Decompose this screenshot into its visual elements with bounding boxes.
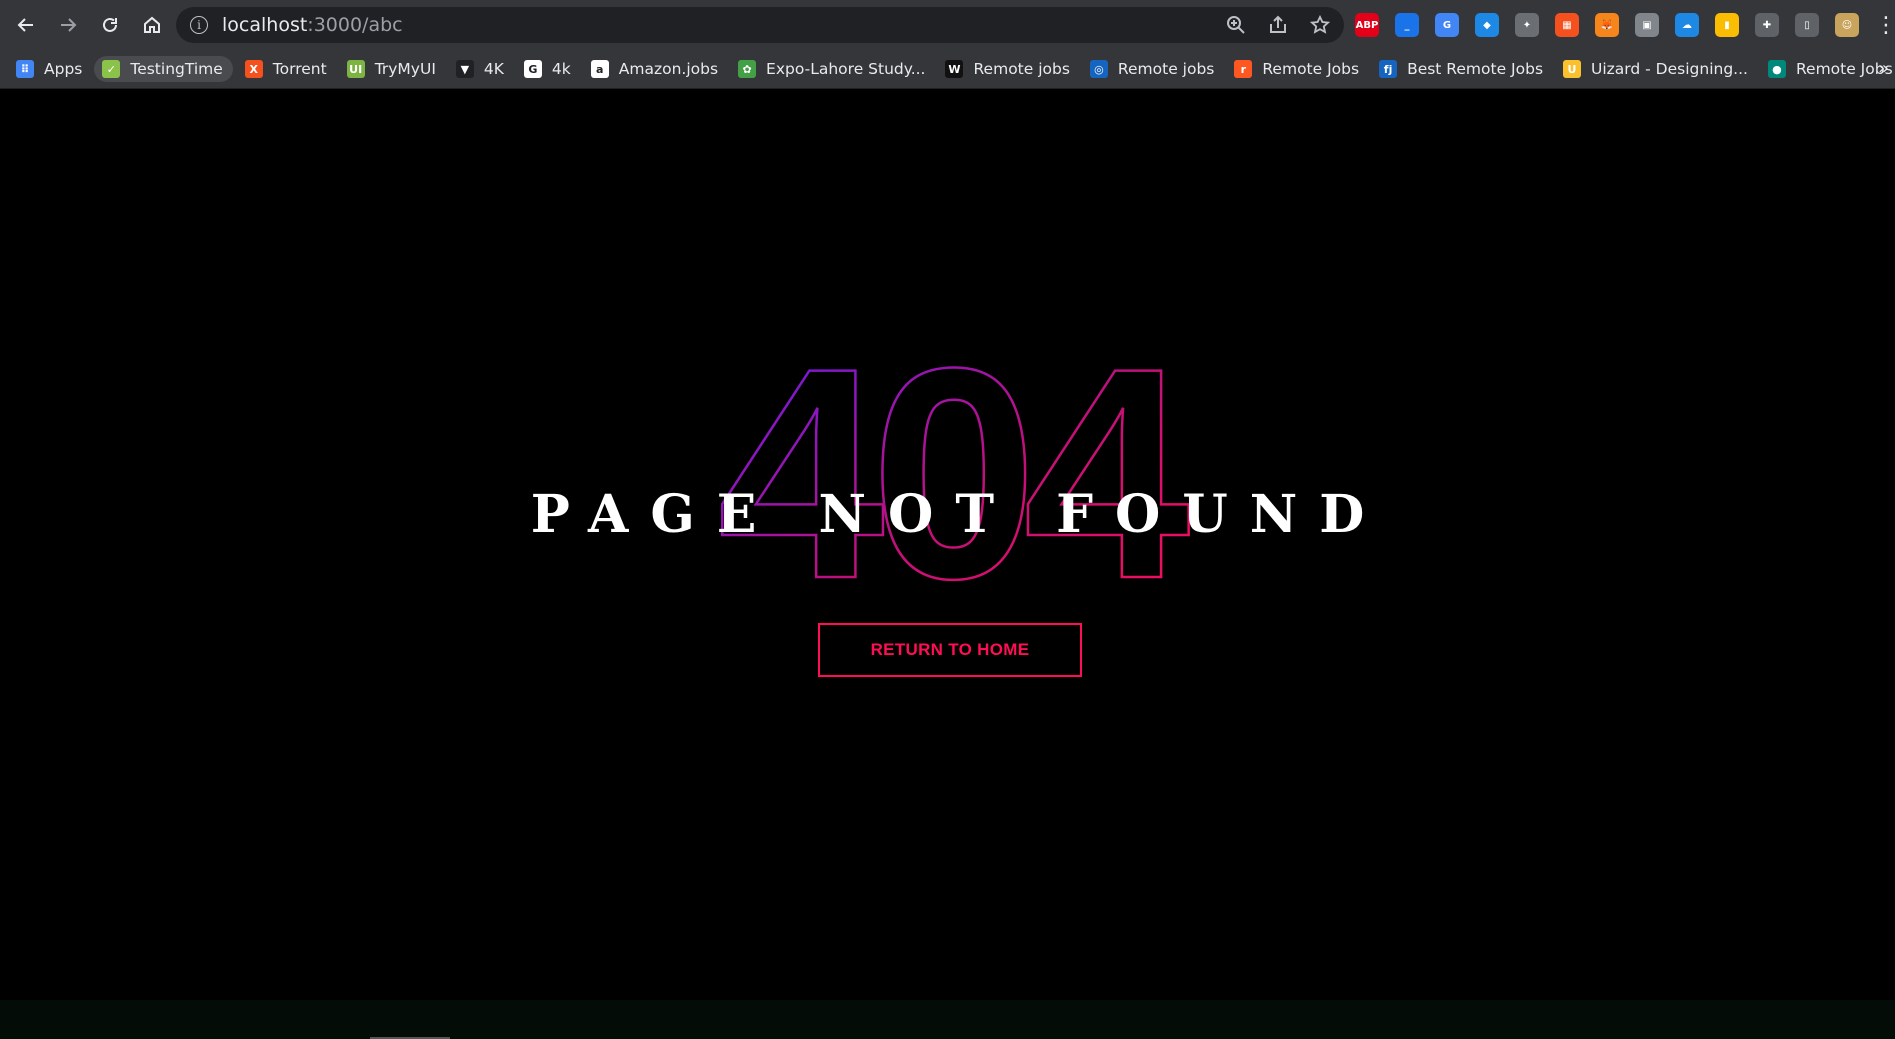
page-title: PAGE NOT FOUND <box>530 484 1387 545</box>
bookmark-item[interactable]: a Amazon.jobs <box>590 60 719 78</box>
cloud-icon[interactable]: ☁ <box>1675 13 1699 37</box>
forward-button[interactable] <box>48 5 88 45</box>
testingtime-icon: ✓ <box>102 60 121 78</box>
reload-icon <box>103 17 117 32</box>
bookmark-item[interactable]: G 4k <box>523 60 571 78</box>
bookmark-item[interactable]: r Remote Jobs <box>1234 60 1359 78</box>
bookmark-item[interactable]: ▼ 4K <box>455 60 504 78</box>
wwr-icon: W <box>945 60 964 78</box>
star-icon[interactable] <box>1310 15 1330 35</box>
bookmark-label: Remote jobs <box>1117 60 1215 78</box>
bookmark-label: 4k <box>551 60 571 78</box>
puzzle-icon[interactable]: ✚ <box>1755 13 1779 37</box>
bottom-strip <box>0 1000 1895 1039</box>
bookmark-item[interactable]: ✓ TestingTime <box>94 56 233 82</box>
colorful-extension-icon[interactable]: ▦ <box>1555 13 1579 37</box>
torrent-x-icon: X <box>244 60 263 78</box>
fj-icon: fj <box>1379 60 1398 78</box>
bookmark-label: Expo-Lahore Study... <box>766 60 926 78</box>
site-info-icon[interactable]: i <box>190 16 208 34</box>
remote-orange-icon: r <box>1234 60 1253 78</box>
home-button[interactable] <box>132 5 172 45</box>
sidepanel-icon[interactable]: ▯ <box>1795 13 1819 37</box>
bookmark-item[interactable]: UI TryMyUI <box>346 60 436 78</box>
bookmark-label: Amazon.jobs <box>618 60 719 78</box>
back-button[interactable] <box>6 5 46 45</box>
apps-grid-icon: ⠿ <box>16 60 34 78</box>
amazon-icon: a <box>590 60 609 78</box>
google-icon: G <box>523 60 542 78</box>
bookmark-item[interactable]: ●Remote Jobs | Work... <box>1767 60 1895 78</box>
extension-underline-icon[interactable]: _ <box>1395 13 1419 37</box>
remote-globe-icon: ◎ <box>1089 60 1108 78</box>
bookmark-yellow-icon[interactable]: ▮ <box>1715 13 1739 37</box>
error-code-text: 404 <box>718 305 1192 641</box>
address-bar[interactable]: i localhost:3000/abc <box>176 7 1344 43</box>
bookmark-item[interactable]: ◎ Remote jobs <box>1089 60 1215 78</box>
gray-extension-icon[interactable]: ▣ <box>1635 13 1659 37</box>
eagle-icon[interactable]: ✦ <box>1515 13 1539 37</box>
bookmark-label: TryMyUI <box>374 60 436 78</box>
bookmark-label: Best Remote Jobs <box>1407 60 1544 78</box>
google-translate-icon[interactable]: G <box>1435 13 1459 37</box>
bookmark-label: TestingTime <box>130 60 223 78</box>
bookmark-item[interactable]: ✿ Expo-Lahore Study... <box>738 60 925 78</box>
bookmark-item[interactable]: W Remote jobs <box>945 60 1070 78</box>
bookmarks-bar: ⠿ Apps ✓ TestingTime X Torrent UI TryMyUI ▼ 4K G 4k… <box>0 50 1895 89</box>
abp-icon[interactable]: ABP <box>1355 13 1379 37</box>
bookmark-label: Torrent <box>272 60 327 78</box>
uizard-icon: U <box>1563 60 1582 78</box>
arrow-left-icon <box>17 18 33 32</box>
gem-icon[interactable]: ◆ <box>1475 13 1499 37</box>
remote-teal-icon: ● <box>1767 60 1786 78</box>
expo-icon: ✿ <box>738 60 757 78</box>
url-path: :3000/abc <box>307 14 403 36</box>
reload-button[interactable] <box>90 5 130 45</box>
bookmark-label: Apps <box>44 60 83 78</box>
bookmark-item[interactable]: fj Best Remote Jobs <box>1379 60 1543 78</box>
4k-triangle-icon: ▼ <box>455 60 474 78</box>
url-host: localhost <box>222 14 308 36</box>
bookmarks-overflow-button[interactable]: » <box>1878 58 1889 79</box>
arrow-right-icon <box>61 18 77 32</box>
trymyui-icon: UI <box>346 60 365 78</box>
home-icon <box>144 16 160 33</box>
profile-avatar-icon[interactable]: ☺ <box>1835 13 1859 37</box>
bookmark-label: Remote jobs <box>973 60 1070 78</box>
metamask-icon[interactable]: 🦊 <box>1595 13 1619 37</box>
browser-menu-icon[interactable]: ⋮ <box>1875 13 1895 38</box>
not-found-page: 404 PAGE NOT FOUND RETURN TO HOME <box>0 89 1895 1000</box>
zoom-icon[interactable] <box>1226 15 1246 35</box>
bookmark-item[interactable]: ⠿ Apps <box>16 60 82 78</box>
bookmark-label: Remote Jobs <box>1262 60 1360 78</box>
browser-toolbar: i localhost:3000/abc ABP _ G ◆ ✦ ▦ 🦊 ▣ ☁ ▮ ✚ ▯ ☺ ⋮ <box>0 0 1895 50</box>
bookmark-item[interactable]: X Torrent <box>244 60 327 78</box>
bookmark-label: 4K <box>483 60 504 78</box>
extensions-area: ABP _ G ◆ ✦ ▦ 🦊 ▣ ☁ ▮ ✚ ▯ ☺ ⋮ <box>1355 6 1895 44</box>
bookmark-label: Uizard - Designing... <box>1591 60 1748 78</box>
share-icon[interactable] <box>1268 15 1288 35</box>
bookmark-item[interactable]: U Uizard - Designing... <box>1563 60 1748 78</box>
return-home-button[interactable]: RETURN TO HOME <box>818 623 1082 677</box>
